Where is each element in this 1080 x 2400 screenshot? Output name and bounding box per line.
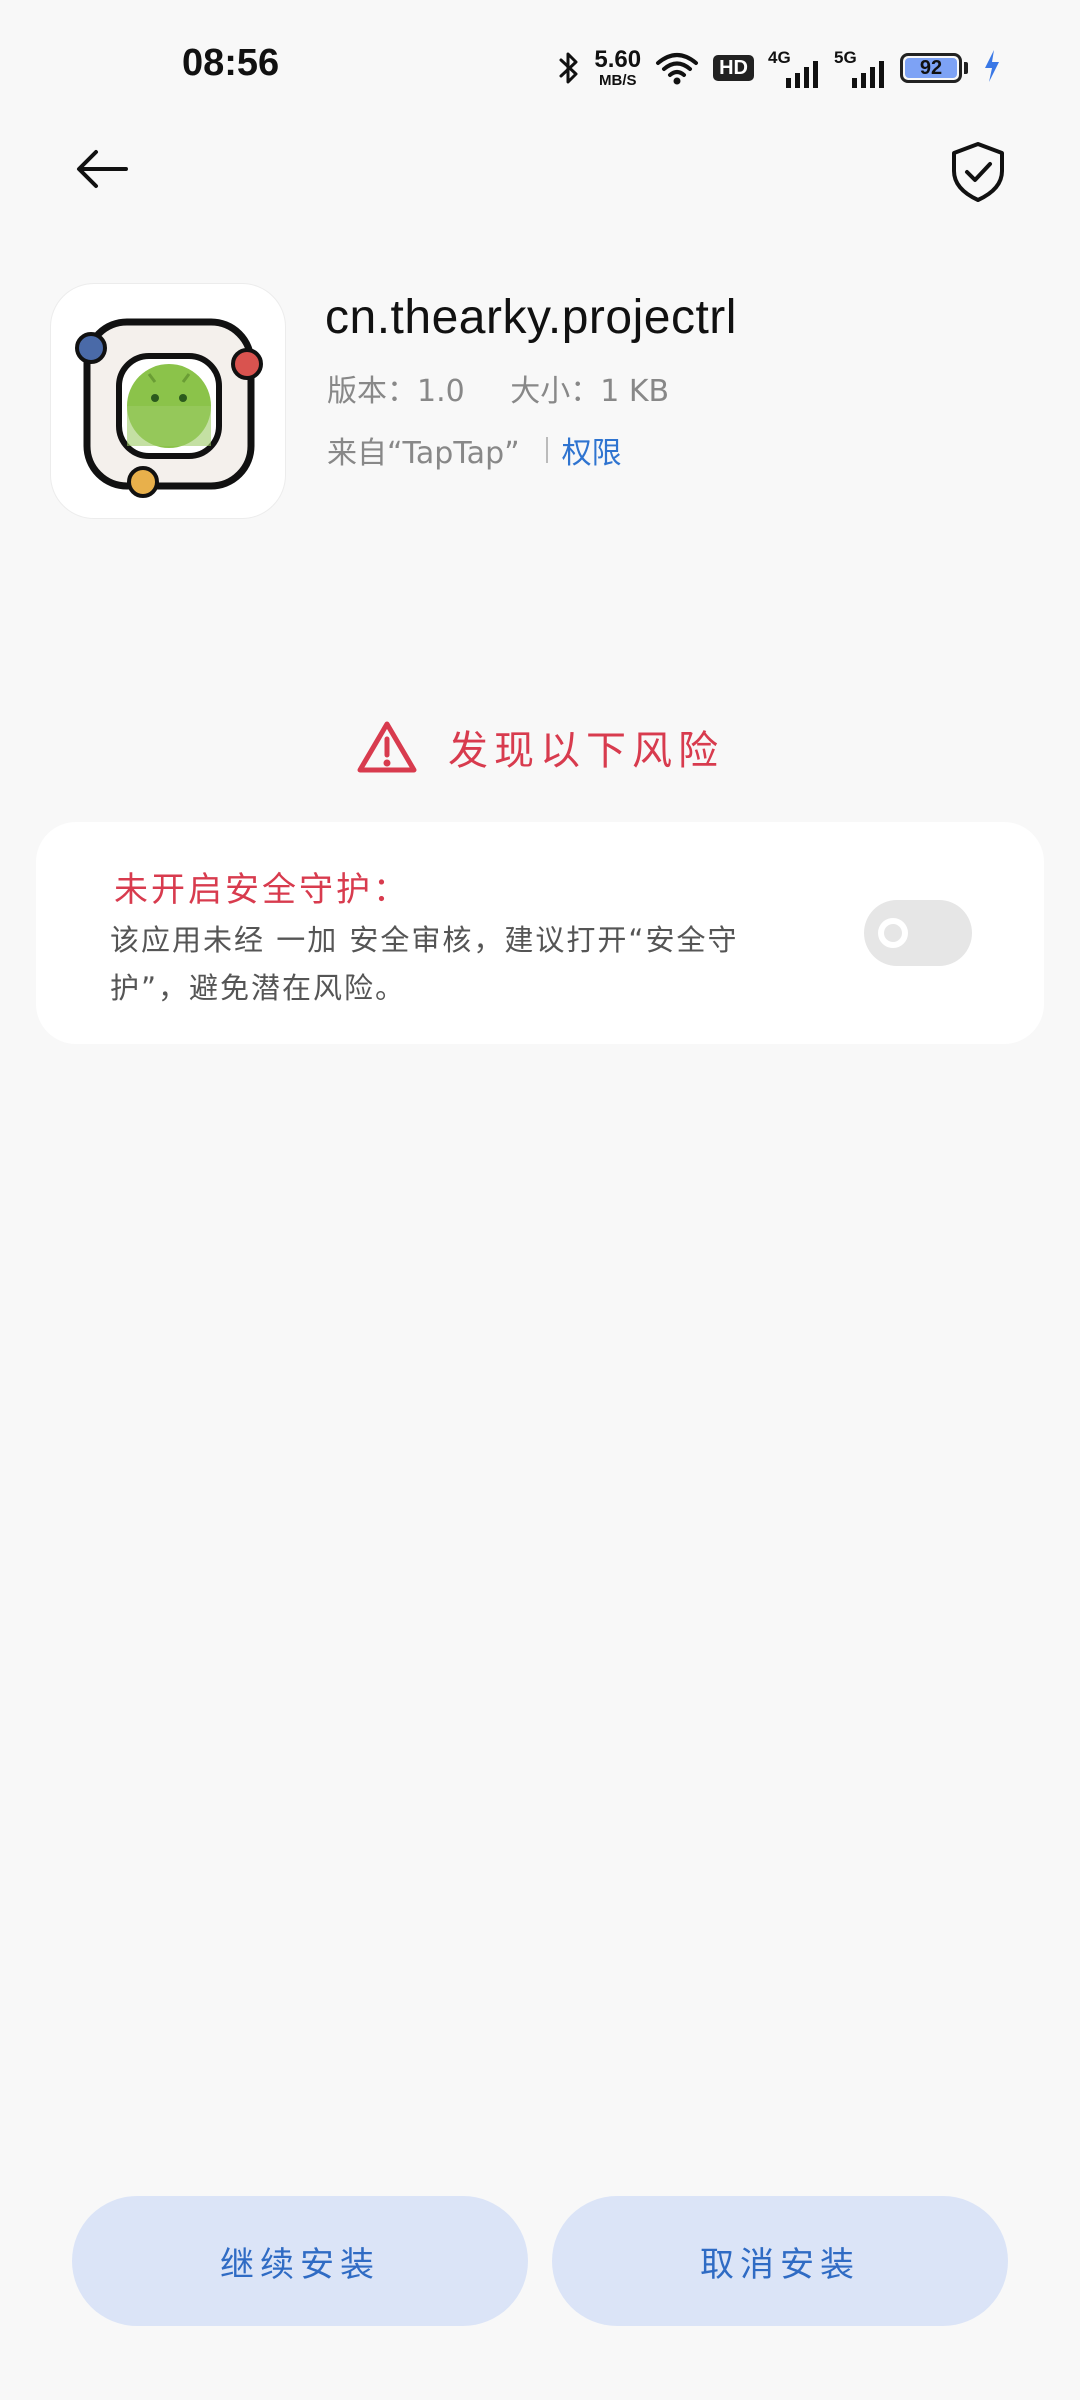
- wifi-icon: [655, 51, 699, 85]
- app-size: 大小：1 KB: [510, 374, 670, 409]
- security-shield-button[interactable]: [938, 136, 1018, 208]
- back-arrow-icon: [77, 150, 128, 188]
- signal-icon: 5G: [834, 48, 886, 88]
- signal-icon: 4G: [768, 48, 820, 88]
- continue-install-button[interactable]: 继续安装: [72, 2196, 528, 2326]
- risk-header: 发现以下风险: [0, 718, 1080, 776]
- app-source: 来自“TapTap”: [327, 436, 520, 471]
- app-source-row: 来自“TapTap” 权限: [327, 428, 622, 472]
- app-package-name: cn.thearky.projectrl: [325, 291, 737, 344]
- battery-icon: 92: [900, 53, 968, 83]
- risk-card-description: 该应用未经 一加 安全审核，建议打开“安全守护”，避免潜在风险。: [110, 923, 739, 1005]
- cancel-install-button[interactable]: 取消安装: [552, 2196, 1008, 2326]
- bluetooth-icon: [558, 50, 580, 86]
- status-bar: 08:56 5.60 MB/S HD 4G 5G 92: [0, 0, 1080, 130]
- permissions-link[interactable]: 权限: [562, 428, 622, 472]
- warning-icon: [357, 721, 417, 773]
- toggle-knob: [878, 918, 908, 948]
- risk-card-title: 未开启安全守护：: [114, 870, 410, 910]
- status-time: 08:56: [182, 42, 280, 84]
- status-icons: 5.60 MB/S HD 4G 5G 92: [558, 44, 1002, 92]
- network-speed: 5.60 MB/S: [594, 46, 642, 89]
- app-version: 版本：1.0: [327, 374, 465, 409]
- risk-title: 发现以下风险: [448, 728, 724, 774]
- back-button[interactable]: [62, 136, 142, 202]
- shield-check-icon: [952, 142, 1004, 202]
- app-icon: [50, 283, 286, 519]
- battery-level: 92: [905, 57, 957, 79]
- charging-icon: [982, 48, 1002, 88]
- risk-card: 未开启安全守护： 该应用未经 一加 安全审核，建议打开“安全守护”，避免潜在风险…: [36, 822, 1044, 1044]
- security-protection-toggle[interactable]: [864, 900, 972, 966]
- divider: [545, 437, 548, 463]
- hd-voice-badge: HD: [713, 55, 754, 81]
- app-meta: 版本：1.0 大小：1 KB: [327, 366, 705, 410]
